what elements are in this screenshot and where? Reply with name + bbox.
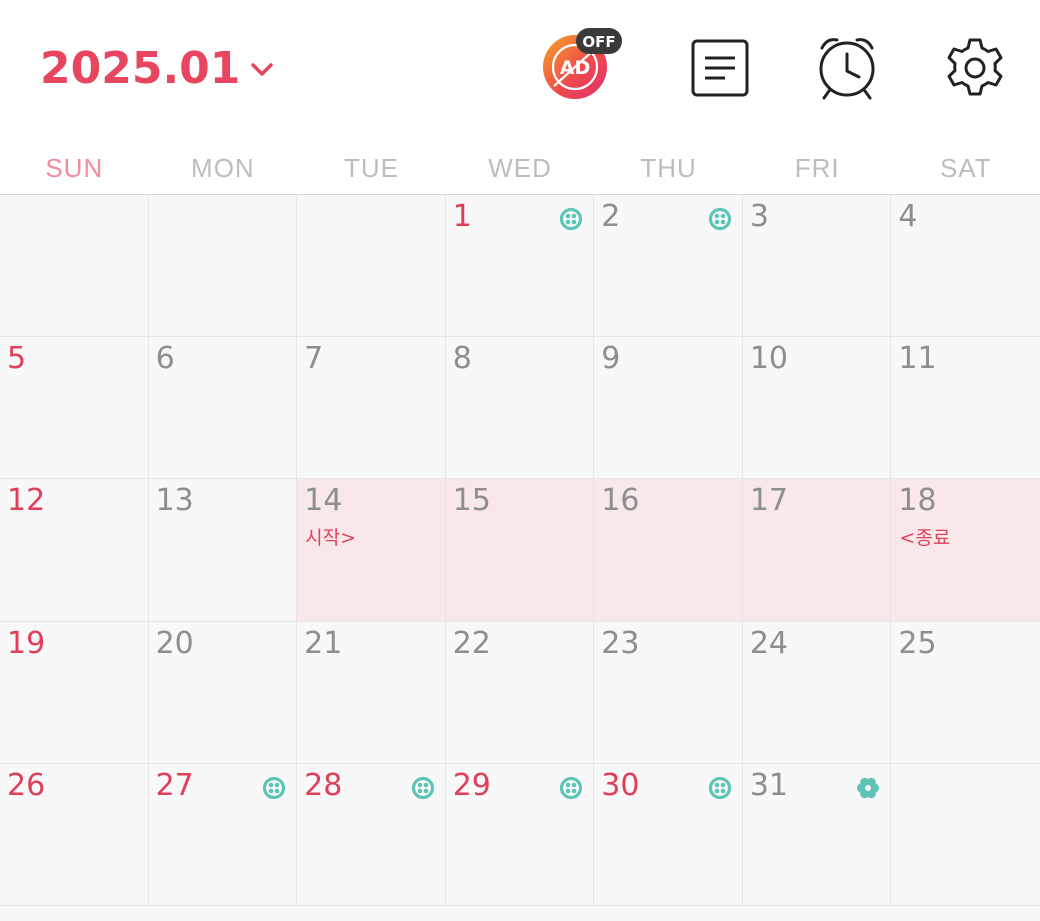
period-marker-label: 시작> <box>305 527 357 550</box>
calendar-day-cell[interactable]: 29 <box>445 763 595 906</box>
calendar-day-cell[interactable]: 31 <box>742 763 892 906</box>
calendar-empty-cell <box>297 195 446 338</box>
calendar-day-cell[interactable]: 27 <box>148 763 298 906</box>
calendar-day-cell[interactable]: 13 <box>148 479 298 622</box>
day-number: 13 <box>155 483 194 519</box>
day-number: 12 <box>7 483 46 519</box>
weekday-wed: WED <box>488 153 552 183</box>
calendar-day-cell[interactable]: 2 <box>594 195 743 338</box>
day-number: 28 <box>304 767 343 803</box>
flower-icon <box>560 776 583 799</box>
weekday-thu: THU <box>640 153 697 183</box>
weekday-header-row: SUN MON TUE WED THU FRI SAT <box>0 140 1040 194</box>
calendar-day-cell[interactable]: 14 시작> <box>297 479 446 622</box>
calendar-day-cell[interactable]: 4 <box>891 195 1040 338</box>
day-number: 21 <box>304 625 343 661</box>
calendar-day-cell[interactable]: 25 <box>891 621 1040 764</box>
calendar-day-cell[interactable]: 18 <종료 <box>891 479 1040 622</box>
day-number: 16 <box>601 483 640 519</box>
day-number: 11 <box>898 341 937 377</box>
month-label: 2025.01 <box>40 42 241 94</box>
day-number: 25 <box>898 625 937 661</box>
alarm-clock-icon <box>819 38 875 100</box>
day-number: 18 <box>898 483 937 519</box>
calendar-day-cell[interactable]: 6 <box>148 337 298 480</box>
day-number: 10 <box>749 341 789 377</box>
period-marker-label: <종료 <box>899 527 951 550</box>
calendar-day-cell[interactable]: 7 <box>297 337 446 480</box>
gear-flower-icon <box>857 777 880 798</box>
day-number: 4 <box>898 199 918 234</box>
day-number: 2 <box>601 199 621 234</box>
flower-icon <box>708 776 731 799</box>
settings-button[interactable] <box>940 34 1010 104</box>
gear-icon <box>947 38 1003 96</box>
calendar-grid: 1 2 3 4 5 6 7 8 9 10 11 12 13 14 시작> 15 16 17 18 <종료 19 20 21 2… <box>0 194 1040 921</box>
day-number: 9 <box>601 341 621 377</box>
day-number: 20 <box>155 625 194 661</box>
chevron-down-icon <box>251 63 274 76</box>
calendar-day-cell[interactable]: 5 <box>0 337 149 480</box>
day-number: 15 <box>452 483 491 519</box>
calendar-day-cell[interactable]: 26 <box>0 763 149 906</box>
calendar-day-cell[interactable]: 17 <box>742 479 892 622</box>
weekday-sun: SUN <box>45 153 104 183</box>
calendar-day-cell[interactable]: 22 <box>445 621 595 764</box>
flower-icon <box>560 207 583 231</box>
day-number: 19 <box>7 625 46 661</box>
calendar-day-cell[interactable]: 12 <box>0 479 149 622</box>
calendar-day-cell[interactable]: 16 <box>594 479 743 622</box>
calendar-day-cell[interactable]: 15 <box>445 479 595 622</box>
period-calendar-app: 2025.01 AD OFF SUN MON TUE WED THU FRI S… <box>0 0 1040 921</box>
day-number: 8 <box>452 341 472 377</box>
notes-icon <box>691 39 749 97</box>
day-number: 29 <box>452 767 491 803</box>
ad-off-status: OFF <box>582 33 615 51</box>
calendar-day-cell[interactable]: 20 <box>148 621 298 764</box>
day-number: 22 <box>452 625 491 661</box>
day-number: 17 <box>749 483 789 519</box>
weekday-sat: SAT <box>939 153 992 183</box>
weekday-mon: MON <box>191 153 255 183</box>
calendar-day-cell[interactable]: 11 <box>891 337 1040 480</box>
calendar-day-cell[interactable]: 23 <box>594 621 743 764</box>
calendar-empty-cell <box>891 763 1040 906</box>
calendar-day-cell[interactable]: 3 <box>742 195 892 338</box>
day-number: 1 <box>452 199 472 234</box>
header: 2025.01 AD OFF <box>0 0 1040 140</box>
day-number: 24 <box>749 625 789 661</box>
calendar-empty-cell <box>0 195 149 338</box>
month-selector[interactable]: 2025.01 <box>40 38 274 98</box>
flower-icon <box>411 776 434 799</box>
calendar-day-cell[interactable]: 9 <box>594 337 743 480</box>
day-number: 5 <box>7 341 27 377</box>
day-number: 27 <box>155 767 194 803</box>
day-number: 14 <box>304 483 343 519</box>
weekday-fri: FRI <box>794 153 840 183</box>
day-number: 26 <box>7 767 46 803</box>
day-number: 30 <box>601 767 640 803</box>
alarm-button[interactable] <box>812 34 882 104</box>
ad-off-button[interactable]: AD OFF <box>540 28 622 104</box>
calendar-day-cell[interactable]: 24 <box>742 621 892 764</box>
flower-icon <box>263 776 286 799</box>
day-number: 23 <box>601 625 640 661</box>
calendar-day-cell[interactable]: 19 <box>0 621 149 764</box>
ad-label: AD <box>560 57 590 79</box>
calendar-day-cell[interactable]: 28 <box>297 763 446 906</box>
calendar-day-cell[interactable]: 21 <box>297 621 446 764</box>
ad-off-icon: AD OFF <box>543 28 622 99</box>
notes-button[interactable] <box>685 34 755 104</box>
weekday-tue: TUE <box>343 153 399 183</box>
calendar-empty-cell <box>148 195 298 338</box>
day-number: 31 <box>749 767 789 803</box>
flower-icon <box>708 207 731 231</box>
day-number: 6 <box>155 341 175 377</box>
calendar-day-cell[interactable]: 8 <box>445 337 595 480</box>
day-number: 3 <box>749 199 769 234</box>
day-number: 7 <box>304 341 324 377</box>
calendar-day-cell[interactable]: 1 <box>445 195 595 338</box>
calendar-day-cell[interactable]: 30 <box>594 763 743 906</box>
calendar-day-cell[interactable]: 10 <box>742 337 892 480</box>
